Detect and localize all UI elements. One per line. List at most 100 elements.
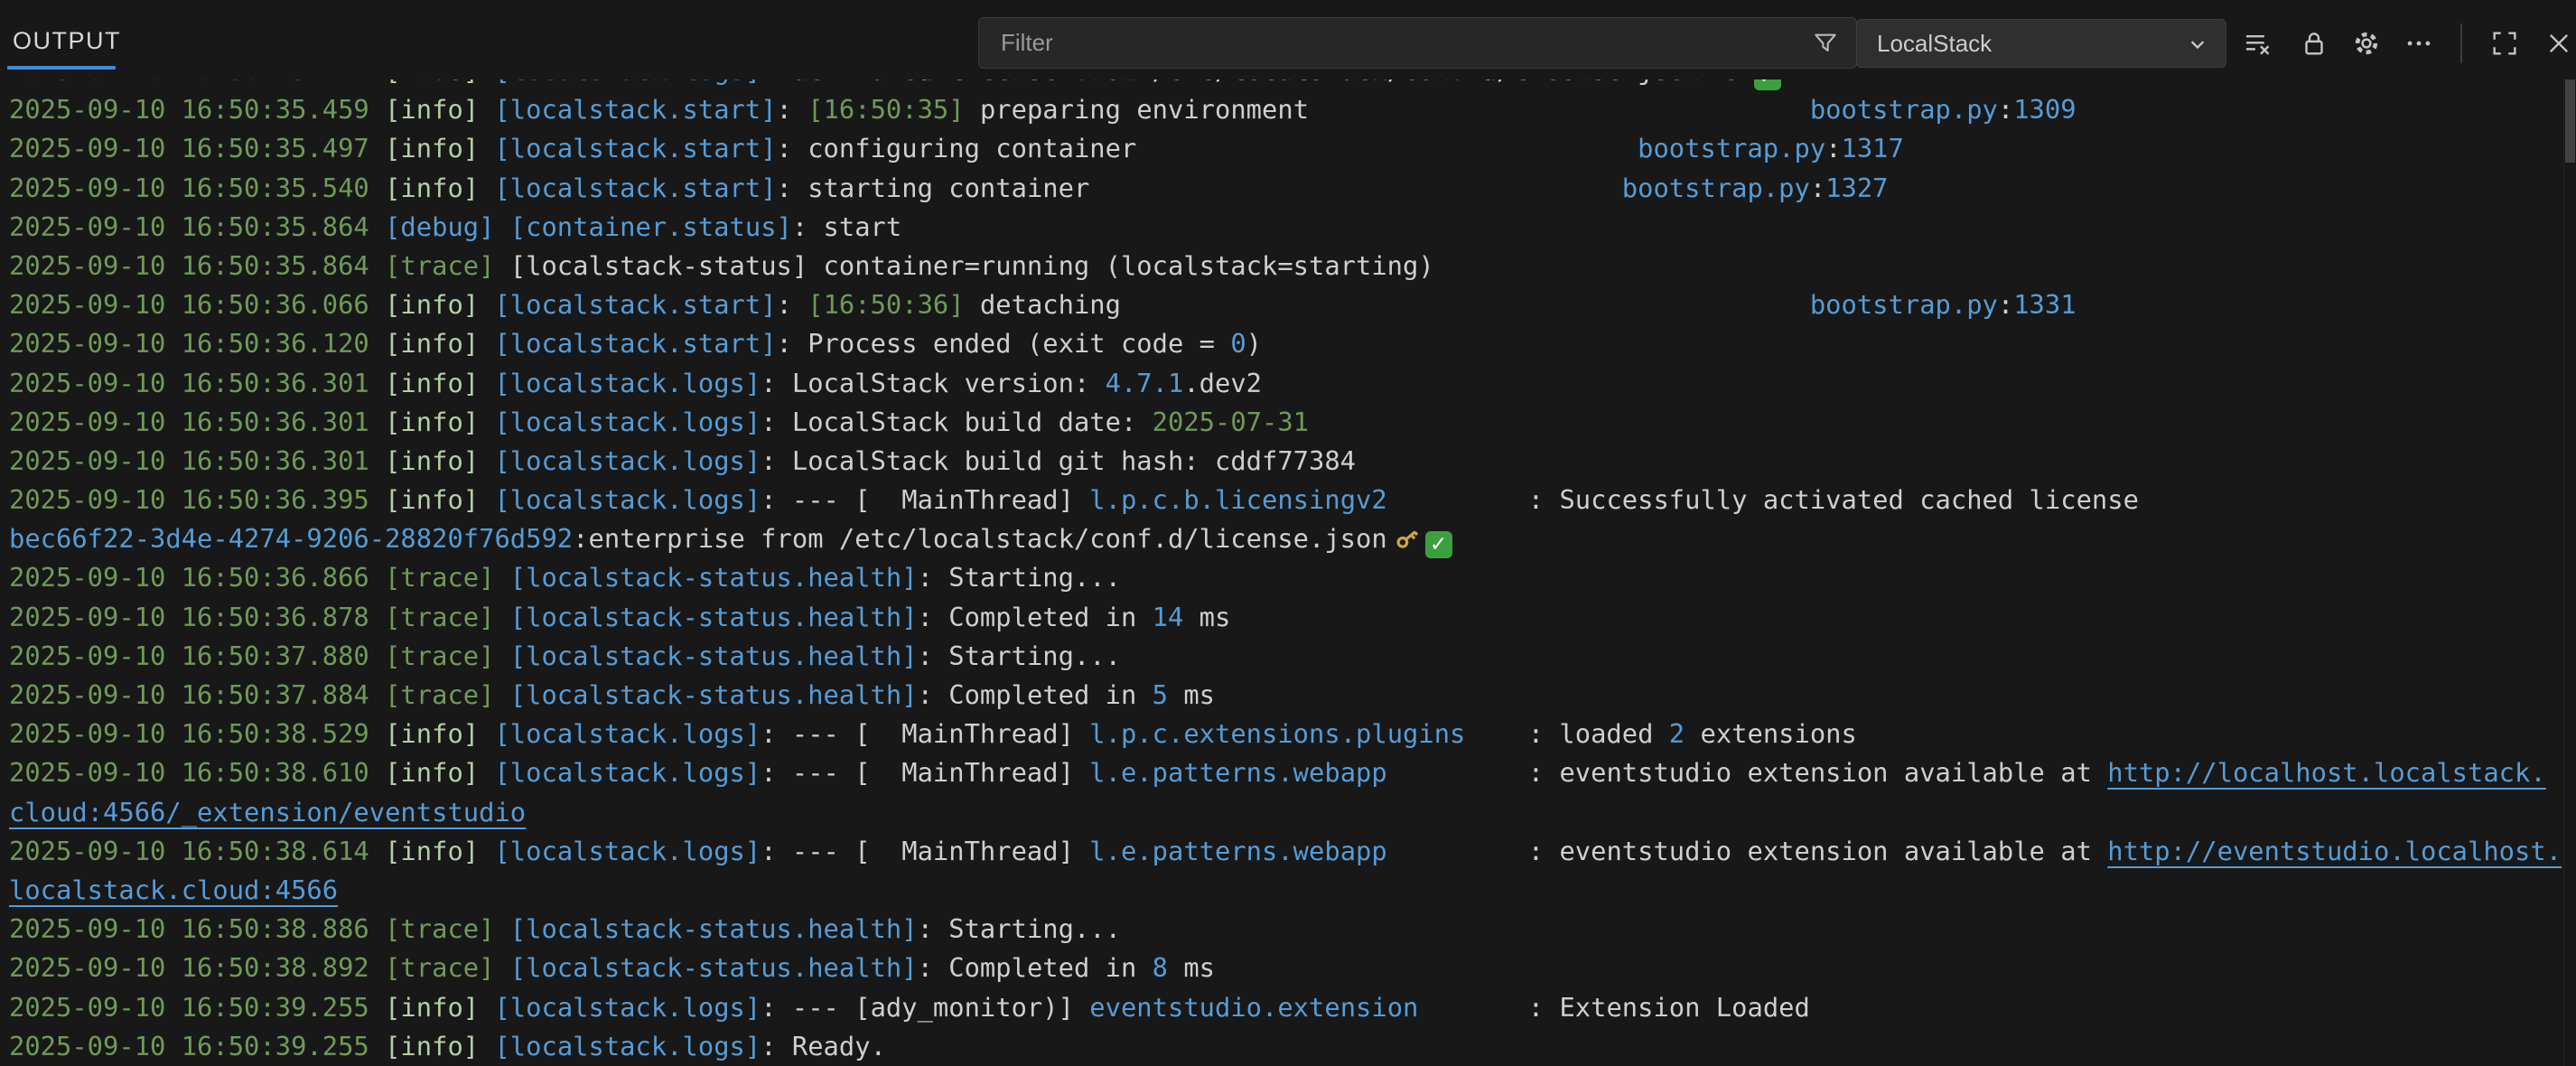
log-text: 2025-09-10 16:50:37.880 xyxy=(9,641,385,671)
log-text: : Process ended (exit code = xyxy=(777,328,1231,359)
log-output-area: 2025-09-10 16:50:35.443 [info] [localsta… xyxy=(0,79,2576,1066)
log-text: [info] xyxy=(385,79,494,86)
log-text: : loaded xyxy=(1528,718,1669,749)
log-text: : LocalStack version: xyxy=(761,368,1105,398)
log-link[interactable]: cloud:4566/_extension/eventstudio xyxy=(9,797,526,828)
log-padding xyxy=(1121,289,1810,320)
key-icon xyxy=(1722,79,1750,85)
lock-icon[interactable] xyxy=(2299,28,2329,59)
log-text: 2025-09-10 16:50:35.497 xyxy=(9,133,385,164)
log-text: [localstack.logs] xyxy=(494,368,761,398)
log-text: : xyxy=(1998,289,2013,320)
log-text: [localstack-status.health] xyxy=(510,913,918,944)
log-text: extensions xyxy=(1685,718,1857,749)
gear-icon[interactable] xyxy=(2351,28,2382,59)
check-mark-icon: ✓ xyxy=(1425,531,1452,558)
file-link[interactable]: bootstrap.py xyxy=(1810,289,1998,320)
log-text: 2025-09-10 16:50:39.255 xyxy=(9,992,385,1023)
file-link[interactable]: bootstrap.py xyxy=(1622,173,1810,203)
log-text: 2025-09-10 16:50:36.301 xyxy=(9,445,385,476)
log-text: 2025-09-10 16:50:35.443 xyxy=(9,79,385,86)
log-padding xyxy=(1387,484,1528,515)
log-line: 2025-09-10 16:50:38.614 [info] [localsta… xyxy=(9,832,2576,871)
log-line: 2025-09-10 16:50:36.066 [info] [localsta… xyxy=(9,285,2576,324)
log-text: [info] xyxy=(385,1031,494,1061)
log-text: [info] xyxy=(385,836,494,866)
toolbar-separator xyxy=(2460,23,2462,63)
log-text: [localstack-status] container=running (l… xyxy=(510,250,1434,281)
log-line: 2025-09-10 16:50:35.443 [info] [localsta… xyxy=(9,79,2576,90)
log-text: 2025-09-10 16:50:38.610 xyxy=(9,757,385,788)
more-actions-icon[interactable] xyxy=(2403,28,2434,59)
log-text: ms xyxy=(1183,602,1230,632)
file-link[interactable]: 1331 xyxy=(2013,289,2076,320)
log-text: : Completed in xyxy=(918,679,1153,710)
log-text: detaching xyxy=(965,289,1121,320)
log-line: localstack.cloud:4566 xyxy=(9,871,2576,910)
log-text: preparing environment xyxy=(965,94,1309,125)
log-text: 2025-09-10 16:50:39.255 xyxy=(9,1031,385,1061)
log-text: [localstack-status.health] xyxy=(510,602,918,632)
log-text: : eventstudio extension available at xyxy=(1528,836,2107,866)
log-text: [16:50:36] xyxy=(807,289,964,320)
tab-output[interactable]: OUTPUT xyxy=(13,27,121,55)
log-text: 8 xyxy=(1153,952,1168,983)
log-text: 2 xyxy=(1669,718,1685,749)
log-text: [info] xyxy=(385,289,494,320)
log-text: eventstudio.extension xyxy=(1089,992,1418,1023)
log-text: 2025-09-10 16:50:36.301 xyxy=(9,368,385,398)
log-link[interactable]: http://eventstudio.localhost. xyxy=(2107,836,2562,866)
log-line: 2025-09-10 16:50:38.886 [trace] [localst… xyxy=(9,910,2576,949)
file-link[interactable]: bootstrap.py xyxy=(1810,94,1998,125)
log-text: 2025-09-10 16:50:36.301 xyxy=(9,407,385,437)
log-text: [localstack.start] xyxy=(494,173,776,203)
file-link[interactable]: 1317 xyxy=(1842,133,1904,164)
file-link[interactable]: bootstrap.py xyxy=(1638,133,1825,164)
log-text: : starting container xyxy=(777,173,1090,203)
log-link[interactable]: localstack.cloud:4566 xyxy=(9,874,338,905)
log-line: 2025-09-10 16:50:35.459 [info] [localsta… xyxy=(9,90,2576,129)
log-text: : xyxy=(777,94,808,125)
log-link[interactable]: http://localhost.localstack. xyxy=(2107,757,2545,788)
log-line: 2025-09-10 16:50:36.866 [trace] [localst… xyxy=(9,558,2576,597)
close-panel-icon[interactable] xyxy=(2543,28,2574,59)
output-channel-select[interactable]: LocalStack xyxy=(1856,19,2226,68)
log-text: [info] xyxy=(385,992,494,1023)
log-padding xyxy=(1136,133,1638,164)
log-padding xyxy=(1418,992,1527,1023)
log-text: [info] xyxy=(385,484,494,515)
log-text: [info] xyxy=(385,718,494,749)
filter-box xyxy=(978,17,1857,69)
log-line: 2025-09-10 16:50:36.395 [info] [localsta… xyxy=(9,481,2576,519)
log-text: ms xyxy=(1168,952,1215,983)
check-mark-icon: ✓ xyxy=(1754,79,1781,90)
log-line: 2025-09-10 16:50:37.884 [trace] [localst… xyxy=(9,676,2576,715)
log-text: [localstack.logs] xyxy=(494,1031,761,1061)
log-text: 4.7.1 xyxy=(1106,368,1184,398)
log-line: cloud:4566/_extension/eventstudio xyxy=(9,793,2576,832)
filter-input[interactable] xyxy=(999,22,1797,64)
log-text: 0 xyxy=(1230,328,1246,359)
file-link[interactable]: 1327 xyxy=(1825,173,1888,203)
log-text: [localstack.logs] xyxy=(494,407,761,437)
log-text: [localstack.start] xyxy=(494,289,776,320)
log-text: l.p.c.b.licensingv2 xyxy=(1089,484,1386,515)
log-text: 14 xyxy=(1153,602,1184,632)
log-text: 2025-09-10 16:50:35.459 xyxy=(9,94,385,125)
log-text: : xyxy=(777,289,808,320)
log-padding xyxy=(1465,718,1527,749)
log-text: [trace] xyxy=(385,679,510,710)
maximize-panel-icon[interactable] xyxy=(2489,28,2520,59)
log-text: : --- [ MainThread] xyxy=(761,757,1089,788)
log-text: : xyxy=(1810,173,1825,203)
log-text: : Starting... xyxy=(918,913,1121,944)
file-link[interactable]: 1309 xyxy=(2013,94,2076,125)
log-text: : --- [ MainThread] xyxy=(761,836,1089,866)
clear-output-icon[interactable] xyxy=(2242,28,2273,59)
log-line: 2025-09-10 16:50:35.540 [info] [localsta… xyxy=(9,169,2576,208)
log-text: : LocalStack build git hash: cddf77384 xyxy=(761,445,1356,476)
log-text: 2025-09-10 16:50:38.529 xyxy=(9,718,385,749)
log-text: 2025-09-10 16:50:38.892 xyxy=(9,952,385,983)
scrollbar-thumb[interactable] xyxy=(2565,79,2575,163)
log-text: [info] xyxy=(385,94,494,125)
